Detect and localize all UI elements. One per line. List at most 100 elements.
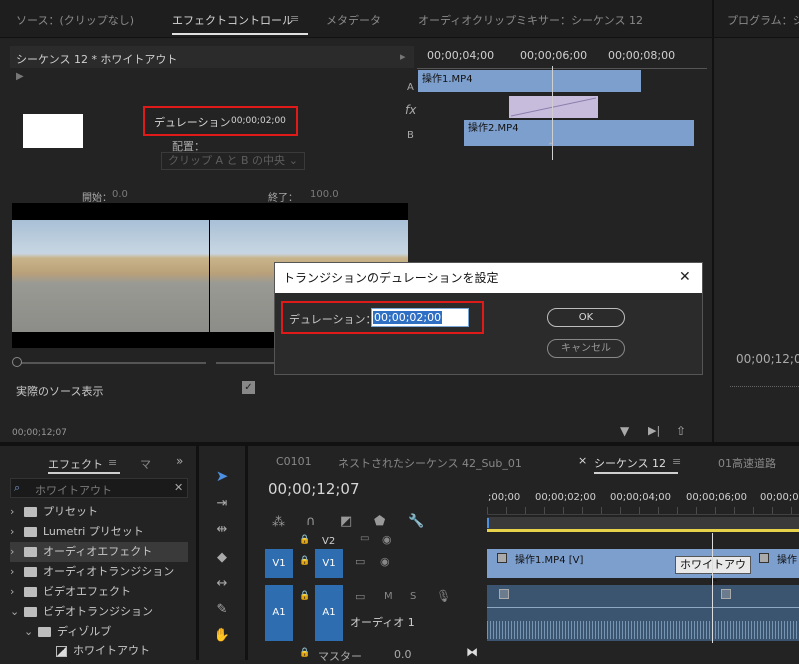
effects-tab-menu-icon[interactable]: ≡ [108,456,117,469]
chevron-up-icon[interactable]: ⌃ [547,142,555,152]
tab-program[interactable]: プログラム：シ [727,12,799,28]
track-select-tool-icon[interactable]: ⇥ [212,494,232,514]
expand-arrow-icon[interactable]: ▸ [400,50,406,63]
linked-selection-icon[interactable]: ∩ [306,514,316,529]
lock-icon[interactable]: 🔒 [299,648,310,658]
tab-effect-controls[interactable]: エフェクトコントロール [172,12,293,28]
clip-a1[interactable] [487,585,799,641]
ok-button[interactable]: OK [547,308,625,327]
close-tab-icon[interactable]: × [578,454,587,467]
sync-icon[interactable]: ▭ [355,590,365,603]
marker-icon[interactable]: ⬟ [374,514,385,529]
alignment-dropdown[interactable]: クリップ A と B の中央 ⌄ [161,152,305,170]
work-area-bar[interactable] [487,517,799,529]
clip-b[interactable]: 操作2.MP4 [464,120,694,146]
tree-item-presets[interactable]: › プリセット [10,502,188,522]
cancel-button[interactable]: キャンセル [547,339,625,358]
preview-slider-a[interactable] [16,362,206,364]
hand-tool-icon[interactable]: ✋ [212,626,232,646]
clip-a[interactable]: 操作1.MP4 [418,70,641,92]
export-icon[interactable]: ⇧ [676,424,686,438]
filter-icon[interactable]: ▼ [620,424,629,438]
lock-icon[interactable]: 🔒 [299,556,310,566]
tab-effects[interactable]: エフェクト [48,456,103,472]
play-transition-icon[interactable]: ▶ [16,71,24,82]
ruler-label: 00;00;06;00 [520,49,588,62]
active-tab-underline [594,472,678,474]
transition-clip[interactable] [509,96,598,118]
tree-item-audio-effects[interactable]: › オーディオエフェクト [10,542,188,562]
tree-item-lumetri[interactable]: › Lumetri プリセット [10,522,188,542]
tree-item-audio-transitions[interactable]: › オーディオトランジション [10,562,188,582]
program-ruler [730,386,799,387]
tree-item-video-transitions[interactable]: ⌄ ビデオトランジション [10,602,188,622]
tab-menu-icon[interactable]: ≡ [290,12,299,25]
mute-button[interactable]: M [384,591,393,602]
track-target-v1[interactable]: V1 [315,549,343,578]
set-duration-dialog: トランジションのデュレーションを設定 ✕ デュレーション： 00;00;02;0… [274,262,703,375]
ruler-label: 00;00;08;00 [608,49,676,62]
timeline-tab[interactable]: C0101 [276,455,312,468]
sync-icon[interactable]: ▭ [360,533,369,544]
duration-value[interactable]: 00;00;02;00 [231,116,286,126]
solo-button[interactable]: S [410,591,416,602]
active-tab-underline [48,472,120,474]
tab-source[interactable]: ソース：(クリップなし) [16,12,134,28]
play-icon[interactable]: ▶| [648,424,660,437]
chevron-down-icon: ⌄ [288,154,298,167]
tab-metadata[interactable]: メタデータ [326,12,381,28]
go-to-end-icon[interactable]: ⧓ [466,645,478,659]
dialog-duration-value: 00;00;02;00 [373,311,443,324]
dialog-duration-input[interactable]: 00;00;02;00 [371,308,469,327]
ruler-label: 00;00;08;00 [760,492,799,503]
preview-slider-b[interactable] [216,362,276,364]
sync-icon[interactable]: ▭ [355,555,365,568]
timeline-playhead[interactable] [712,533,713,643]
selection-tool-icon[interactable]: ➤ [212,466,232,486]
audio-level-line[interactable] [487,607,799,608]
source-patch-a1[interactable]: A1 [265,585,293,641]
show-actual-sources-checkbox[interactable]: ✓ [242,381,255,394]
tab-markers[interactable]: マ [140,456,151,472]
slip-tool-icon[interactable]: ↔ [212,574,232,594]
settings-wrench-icon[interactable]: 🔧 [408,514,424,529]
pen-tool-icon[interactable]: ✎ [212,600,232,620]
add-marker-icon[interactable]: ◩ [340,514,352,529]
panel-overflow-icon[interactable]: » [176,454,183,468]
timeline-tab[interactable]: ネストされたシーケンス 42_Sub_01 [338,455,522,471]
source-patch-v1[interactable]: V1 [265,549,293,578]
render-bar [487,529,799,532]
close-icon[interactable]: ✕ [679,269,691,285]
snap-icon[interactable]: ⁂ [272,515,285,530]
tree-item-whiteout[interactable]: ホワイトアウト [56,641,188,661]
search-input[interactable]: ホワイトアウト [35,482,112,498]
tree-item-dissolve[interactable]: ⌄ ディゾルブ [24,622,188,642]
microphone-icon[interactable]: 🎙 [436,589,451,603]
slider-handle[interactable] [12,357,22,367]
razor-tool-icon[interactable]: ◆ [212,548,232,568]
timeline-tab-bar: C0101 ネストされたシーケンス 42_Sub_01 × シーケンス 12 ≡… [248,446,799,476]
ripple-edit-tool-icon[interactable]: ⇹ [212,520,232,540]
clear-search-icon[interactable]: ✕ [174,481,183,494]
dialog-title: トランジションのデュレーションを設定 [283,271,499,285]
show-actual-sources-label: 実際のソース表示 [16,385,104,398]
tree-item-video-effects[interactable]: › ビデオエフェクト [10,582,188,602]
eye-icon[interactable]: ◉ [382,533,392,546]
track-target-a1[interactable]: A1 [315,585,343,641]
lock-icon[interactable]: 🔒 [299,535,310,545]
fx-badge-icon [497,553,507,563]
folder-icon [24,527,37,537]
folder-icon [24,547,37,557]
start-value[interactable]: 0.0 [112,189,128,200]
timeline-tab[interactable]: 01高速道路 [718,455,776,471]
master-value[interactable]: 0.0 [394,648,412,661]
tab-audio-mixer[interactable]: オーディオクリップミキサー：シーケンス 12 [418,12,643,28]
effects-search-box[interactable]: ⌕ ホワイトアウト ✕ [10,478,188,498]
timeline-tab-active[interactable]: シーケンス 12 [594,455,666,471]
eye-icon[interactable]: ◉ [380,555,390,568]
lock-icon[interactable]: 🔒 [299,591,310,601]
clip-v1[interactable]: 操作1.MP4 [V] 操作 [487,549,799,578]
end-value[interactable]: 100.0 [310,189,339,200]
timeline-timecode[interactable]: 00;00;12;07 [268,480,360,498]
timeline-tab-menu-icon[interactable]: ≡ [672,455,681,468]
